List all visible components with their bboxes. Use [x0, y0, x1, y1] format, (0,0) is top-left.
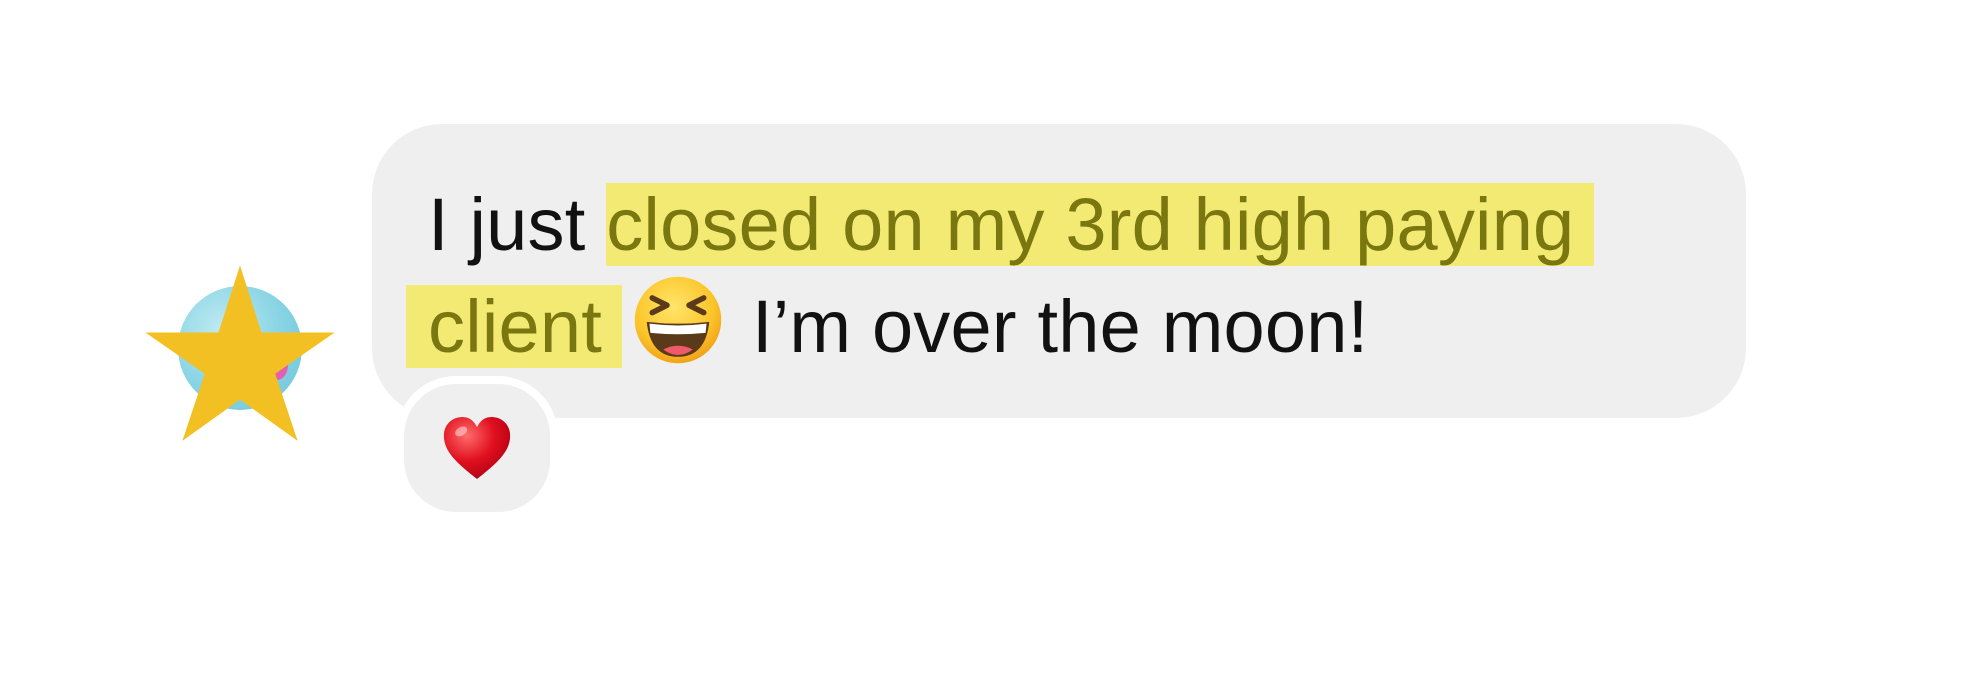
red-heart-icon — [443, 417, 511, 479]
conversation-view: I just closed on my 3rd high paying clie… — [0, 0, 1980, 678]
message-text-plain: I’m over the moon! — [751, 285, 1369, 368]
message-line-1: I just closed on my 3rd high paying — [428, 176, 1686, 274]
message-bubble[interactable]: I just closed on my 3rd high paying clie… — [372, 124, 1746, 418]
star-icon — [145, 265, 335, 441]
reaction-badge[interactable] — [396, 376, 558, 520]
message-text-plain: I just — [428, 183, 607, 266]
grinning-squinting-face-icon — [632, 274, 724, 390]
sender-avatar-area — [140, 248, 340, 448]
message-text-highlight: closed on my 3rd high paying — [606, 183, 1595, 266]
message-line-2: client I’m over the moon! — [406, 274, 1686, 390]
message-text-highlight: client — [406, 285, 622, 368]
